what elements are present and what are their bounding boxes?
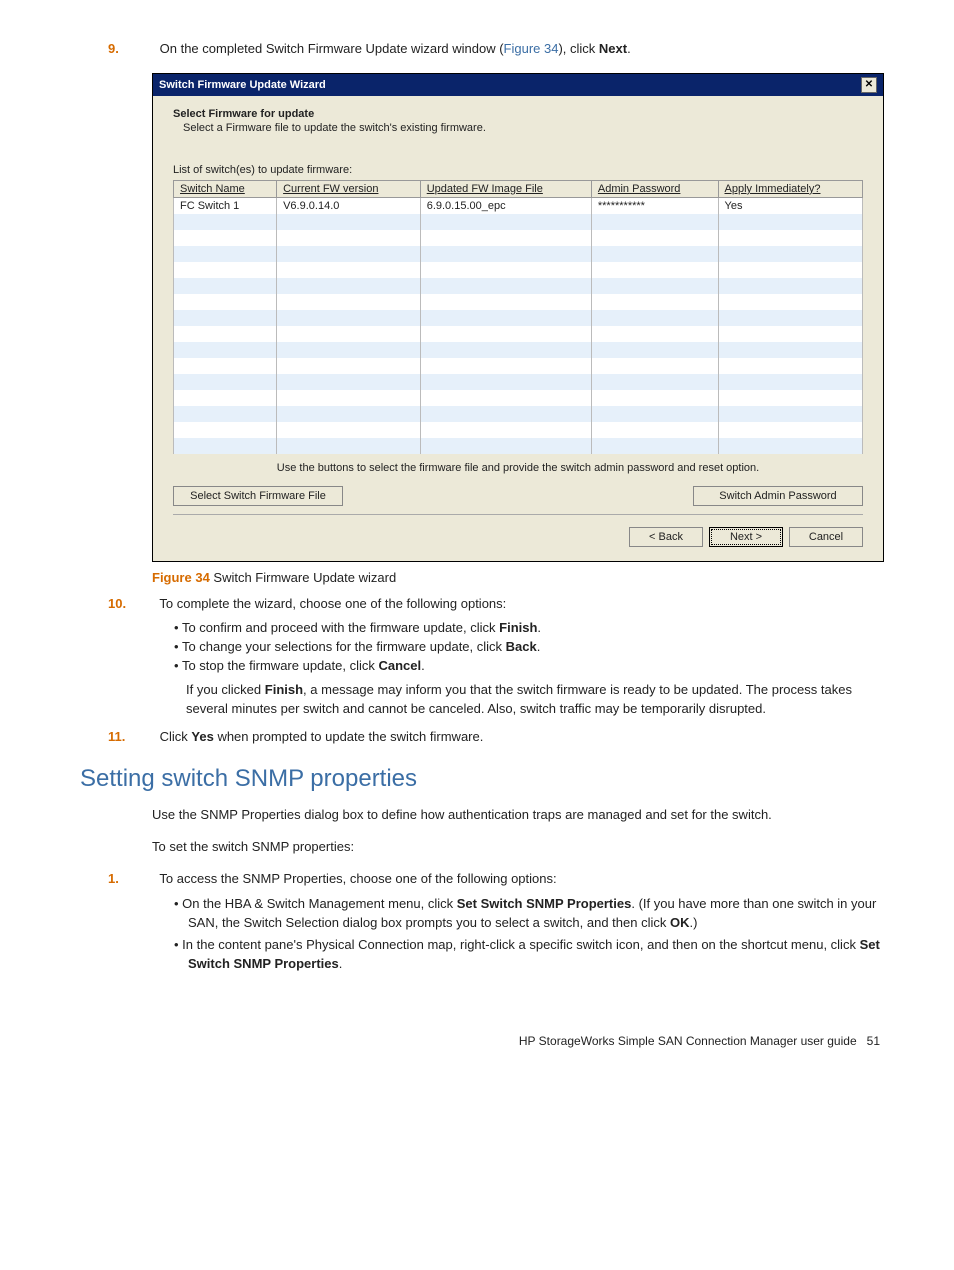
cancel-button[interactable]: Cancel	[789, 527, 863, 547]
figure-label: Figure 34	[152, 570, 210, 585]
s1-text: To access the SNMP Properties, choose on…	[159, 871, 556, 886]
b2a: To change your selections for the firmwa…	[182, 639, 506, 654]
step9-text: On the completed Switch Firmware Update …	[160, 41, 504, 56]
wizard-subtext: Select a Firmware file to update the swi…	[183, 122, 863, 134]
step11-b: when prompted to update the switch firmw…	[214, 729, 484, 744]
s1b1bold: Set Switch SNMP Properties	[457, 896, 632, 911]
step11-a: Click	[160, 729, 192, 744]
step9-bold: Next	[599, 41, 627, 56]
footer-text: HP StorageWorks Simple SAN Connection Ma…	[519, 1034, 857, 1048]
list-item: To stop the firmware update, click Cance…	[188, 658, 884, 673]
window-title: Switch Firmware Update Wizard	[159, 79, 326, 91]
s1b1bold2: OK	[670, 915, 690, 930]
step-number: 1.	[134, 870, 156, 889]
cell-switch-name: FC Switch 1	[174, 197, 277, 214]
cell-apply: Yes	[718, 197, 863, 214]
wizard-window: Switch Firmware Update Wizard ✕ Select F…	[152, 73, 884, 562]
list-item: To confirm and proceed with the firmware…	[188, 620, 884, 635]
list-item: In the content pane's Physical Connectio…	[188, 936, 884, 974]
cell-admin-pwd: ***********	[591, 197, 718, 214]
table-row[interactable]: FC Switch 1 V6.9.0.14.0 6.9.0.15.00_epc …	[174, 197, 863, 214]
step-number: 11.	[134, 728, 156, 747]
b1a: To confirm and proceed with the firmware…	[182, 620, 499, 635]
section-p2: To set the switch SNMP properties:	[152, 838, 884, 857]
step10-after-a: If you clicked	[186, 682, 265, 697]
step10-after-bold: Finish	[265, 682, 303, 697]
cell-updated-fw: 6.9.0.15.00_epc	[420, 197, 591, 214]
list-item: To change your selections for the firmwa…	[188, 639, 884, 654]
step9-after: .	[627, 41, 631, 56]
s1b2b: .	[339, 956, 343, 971]
s1b2a: In the content pane's Physical Connectio…	[182, 937, 859, 952]
titlebar: Switch Firmware Update Wizard ✕	[153, 74, 883, 96]
select-firmware-button[interactable]: Select Switch Firmware File	[173, 486, 343, 506]
helper-text: Use the buttons to select the firmware f…	[173, 462, 863, 474]
col-apply[interactable]: Apply Immediately?	[718, 180, 863, 197]
list-item: On the HBA & Switch Management menu, cli…	[188, 895, 884, 933]
cell-current-fw: V6.9.0.14.0	[277, 197, 421, 214]
step-number: 10.	[134, 595, 156, 614]
switch-table: Switch Name Current FW version Updated F…	[173, 180, 863, 454]
step10-text: To complete the wizard, choose one of th…	[159, 596, 506, 611]
admin-password-button[interactable]: Switch Admin Password	[693, 486, 863, 506]
b3a: To stop the firmware update, click	[182, 658, 379, 673]
page-number: 51	[867, 1034, 880, 1048]
col-switch-name[interactable]: Switch Name	[174, 180, 277, 197]
section-heading: Setting switch SNMP properties	[80, 765, 884, 793]
col-admin-pwd[interactable]: Admin Password	[591, 180, 718, 197]
step11-bold: Yes	[191, 729, 213, 744]
col-current-fw[interactable]: Current FW version	[277, 180, 421, 197]
s1b1a: On the HBA & Switch Management menu, cli…	[182, 896, 457, 911]
figure-link[interactable]: Figure 34	[504, 41, 559, 56]
s1b1c: .)	[689, 915, 697, 930]
figure-caption-text: Switch Firmware Update wizard	[210, 570, 396, 585]
step9-mid: ), click	[558, 41, 598, 56]
section-p1: Use the SNMP Properties dialog box to de…	[152, 806, 884, 825]
wizard-heading: Select Firmware for update	[173, 108, 863, 120]
back-button[interactable]: < Back	[629, 527, 703, 547]
close-icon[interactable]: ✕	[861, 77, 877, 93]
b3b: Cancel	[378, 658, 421, 673]
next-button[interactable]: Next >	[709, 527, 783, 547]
step-number: 9.	[134, 40, 156, 59]
b1b: Finish	[499, 620, 537, 635]
b2b: Back	[506, 639, 537, 654]
list-label: List of switch(es) to update firmware:	[173, 164, 863, 176]
col-updated-fw[interactable]: Updated FW Image File	[420, 180, 591, 197]
